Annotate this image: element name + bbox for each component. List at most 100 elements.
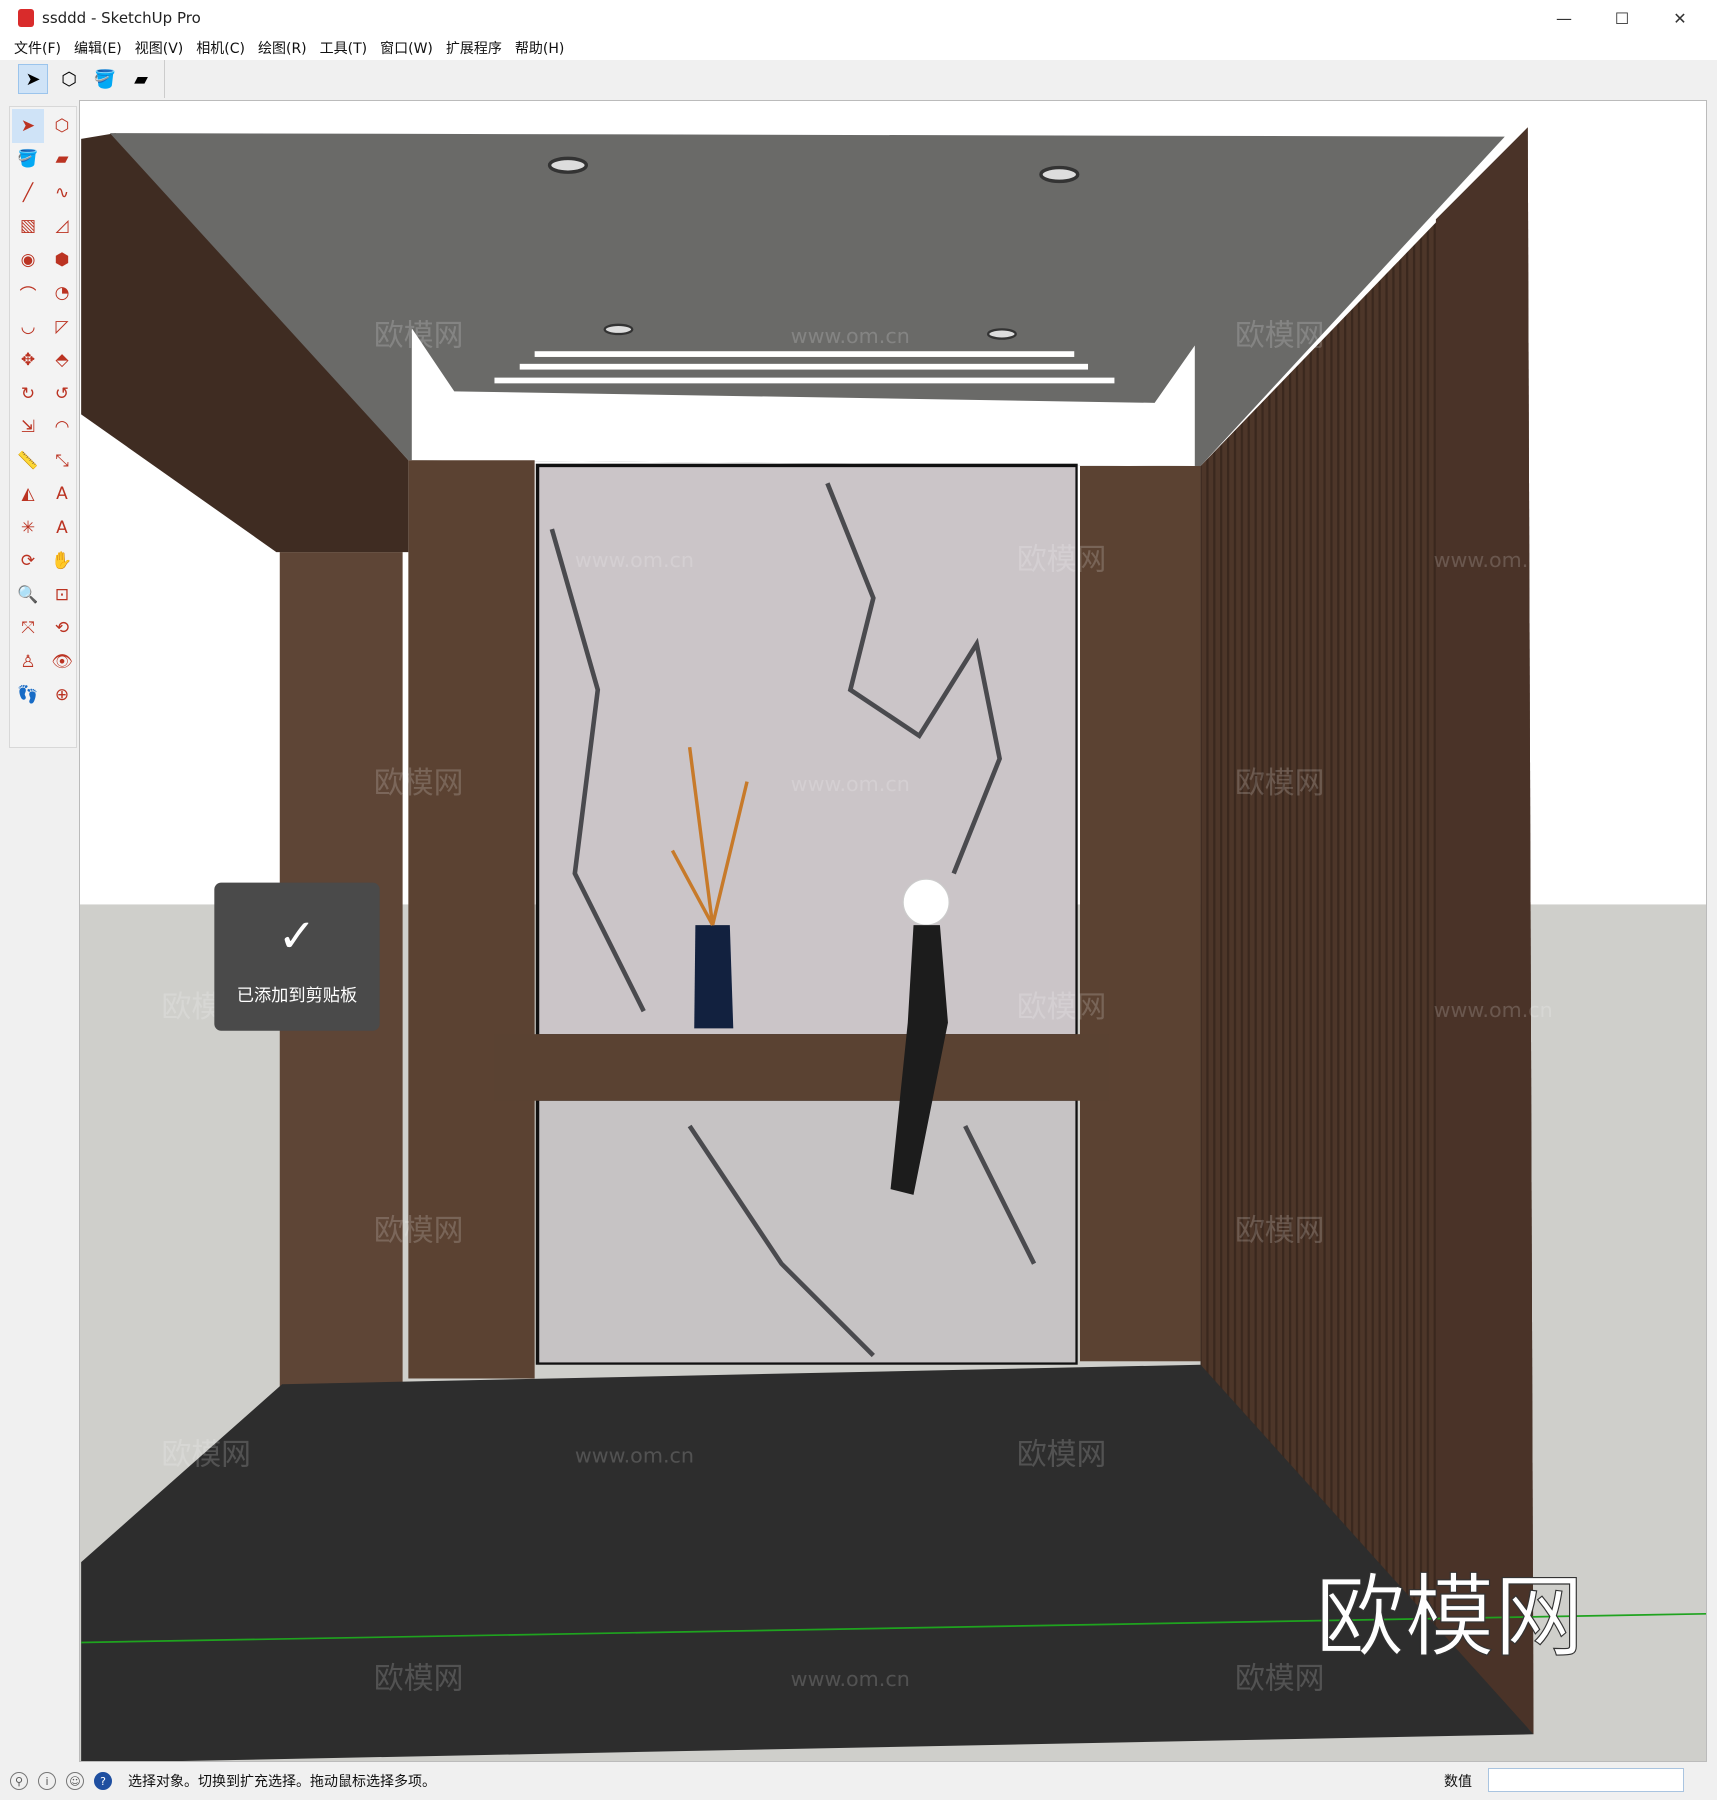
svg-text:www.om.cn: www.om.cn <box>575 1443 694 1467</box>
clipboard-toast: ✓ 已添加到剪贴板 <box>214 882 380 1031</box>
menu-item[interactable]: 视图(V) <box>135 38 184 58</box>
menu-item[interactable]: 编辑(E) <box>74 38 122 58</box>
svg-text:欧模网: 欧模网 <box>1235 1214 1324 1249</box>
downlight <box>603 323 634 336</box>
svg-text:欧模网: 欧模网 <box>162 542 251 577</box>
measurements-input[interactable] <box>1488 1768 1684 1792</box>
scene: 欧模网 欧模网 欧模网 欧模网 欧模网 欧模网 欧模网 欧模网 欧模网 欧模网 欧模网 欧模… <box>80 101 1706 1761</box>
vase <box>694 925 734 1029</box>
minimize-button[interactable]: — <box>1536 0 1592 36</box>
svg-text:欧模网: 欧模网 <box>1017 1438 1106 1473</box>
svg-text:www.om.cn: www.om.cn <box>791 772 910 796</box>
paint-bucket-icon[interactable]: 🪣 <box>90 64 120 94</box>
section-plane-icon[interactable]: ⊕ <box>46 679 78 713</box>
watermark-logo: 欧模网 <box>1315 1566 1584 1670</box>
right-pillar <box>1079 465 1201 1362</box>
geo-location-icon[interactable]: ⚲ <box>10 1772 28 1790</box>
check-icon: ✓ <box>278 909 316 963</box>
rectangle-icon[interactable]: ▧ <box>12 210 44 244</box>
axes-icon[interactable]: ✳ <box>12 511 44 545</box>
look-around-icon[interactable]: 👁 <box>46 645 78 679</box>
zoom-icon[interactable]: 🔍 <box>12 578 44 612</box>
title-bar: ssddd - SketchUp Pro — ☐ ✕ <box>0 0 1717 36</box>
select-icon[interactable]: ➤ <box>18 64 48 94</box>
pie-icon[interactable]: ◔ <box>46 277 78 311</box>
help-icon[interactable]: ? <box>94 1772 112 1790</box>
text-icon[interactable]: A <box>46 478 78 512</box>
two-point-arc-icon[interactable]: ◸ <box>46 310 78 344</box>
protractor-icon[interactable]: ◭ <box>12 478 44 512</box>
eraser-icon[interactable]: ▰ <box>126 64 156 94</box>
menu-item[interactable]: 窗口(W) <box>380 38 433 58</box>
svg-text:欧模网: 欧模网 <box>162 101 251 130</box>
svg-text:欧模网: 欧模网 <box>1235 318 1324 353</box>
make-component-icon[interactable]: ⬡ <box>54 64 84 94</box>
previous-view-icon[interactable]: ⟲ <box>46 612 78 646</box>
svg-text:欧模网: 欧模网 <box>162 1438 251 1473</box>
make-component-icon[interactable]: ⬡ <box>46 109 78 143</box>
tape-measure-icon[interactable]: 📏 <box>12 444 44 478</box>
3d-text-icon[interactable]: A <box>46 511 78 545</box>
menu-item[interactable]: 扩展程序 <box>446 38 502 58</box>
menu-item[interactable]: 绘图(R) <box>258 38 307 58</box>
menu-item[interactable]: 相机(C) <box>196 38 245 58</box>
credits-icon[interactable]: i <box>38 1772 56 1790</box>
3d-viewport[interactable]: 欧模网 欧模网 欧模网 欧模网 欧模网 欧模网 欧模网 欧模网 欧模网 欧模网 欧模网 欧模… <box>79 100 1707 1762</box>
svg-text:www.om.cn: www.om.cn <box>791 1667 910 1691</box>
svg-text:欧模网: 欧模网 <box>374 1661 463 1696</box>
main-toolbar: ➤ ⬡ 🪣 ▰ <box>14 60 165 98</box>
freehand-icon[interactable]: ∿ <box>46 176 78 210</box>
menu-item[interactable]: 文件(F) <box>14 38 61 58</box>
rotated-rectangle-icon[interactable]: ◿ <box>46 210 78 244</box>
status-bar: ⚲ i ☺ ? 选择对象。切换到扩充选择。拖动鼠标选择多项。 数值 <box>0 1762 1717 1800</box>
svg-text:www.om.cn: www.om.cn <box>1434 998 1553 1022</box>
pan-icon[interactable]: ✋ <box>46 545 78 579</box>
svg-text:www.om.cn: www.om.cn <box>575 101 694 124</box>
svg-text:www.om.cn: www.om.cn <box>791 324 910 348</box>
downlight <box>986 328 1017 340</box>
line-icon[interactable]: ╱ <box>12 176 44 210</box>
orbit-icon[interactable]: ⟳ <box>12 545 44 579</box>
circle-icon[interactable]: ◉ <box>12 243 44 277</box>
svg-text:欧模网: 欧模网 <box>1017 990 1106 1025</box>
figurine-head <box>902 878 950 926</box>
downlight <box>1039 165 1080 184</box>
sketchup-logo-icon <box>18 9 34 27</box>
three-point-arc-icon[interactable]: ◡ <box>12 310 44 344</box>
push-pull-icon[interactable]: ⬘ <box>46 344 78 378</box>
large-tool-set: ➤ ⬡ 🪣 ▰ ╱ ∿ ▧ ◿ ◉ ⬢ ⌒ ◔ ◡ ◸ ✥ ⬘ ↻ ↺ ⇲ ◠ 📏 ⤡ ◭ A ✳ A ⟳ ✋ 🔍 ⊡ ⤧ ⟲ ♙ 👁 👣 ⊕ <box>9 106 77 748</box>
svg-text:欧模网: 欧模网 <box>374 766 463 801</box>
user-icon[interactable]: ☺ <box>66 1772 84 1790</box>
zoom-window-icon[interactable]: ⊡ <box>46 578 78 612</box>
menu-bar: 文件(F) 编辑(E) 视图(V) 相机(C) 绘图(R) 工具(T) 窗口(W) 扩展程序帮… <box>0 36 1717 60</box>
follow-me-icon[interactable]: ↺ <box>46 377 78 411</box>
offset-icon[interactable]: ◠ <box>46 411 78 445</box>
select-icon[interactable]: ➤ <box>12 109 44 143</box>
move-icon[interactable]: ✥ <box>12 344 44 378</box>
svg-text:www.om.cn: www.om.cn <box>1434 548 1553 572</box>
close-button[interactable]: ✕ <box>1652 0 1708 36</box>
measurements-label: 数值 <box>1444 1774 1472 1790</box>
rotate-icon[interactable]: ↻ <box>12 377 44 411</box>
svg-text:www.om.cn: www.om.cn <box>575 548 694 572</box>
dimension-icon[interactable]: ⤡ <box>46 444 78 478</box>
polygon-icon[interactable]: ⬢ <box>46 243 78 277</box>
walk-icon[interactable]: 👣 <box>12 679 44 713</box>
svg-text:欧模网: 欧模网 <box>1235 1661 1324 1696</box>
scale-icon[interactable]: ⇲ <box>12 411 44 445</box>
zoom-extents-icon[interactable]: ⤧ <box>12 612 44 646</box>
svg-text:欧模网: 欧模网 <box>1235 766 1324 801</box>
svg-text:欧模网: 欧模网 <box>374 1214 463 1249</box>
svg-text:欧模网: 欧模网 <box>1017 542 1106 577</box>
position-camera-icon[interactable]: ♙ <box>12 645 44 679</box>
arc-icon[interactable]: ⌒ <box>12 277 44 311</box>
shelf <box>494 1034 1109 1101</box>
marble-panel-lower <box>539 1100 1076 1363</box>
toast-text: 已添加到剪贴板 <box>237 986 357 1006</box>
maximize-button[interactable]: ☐ <box>1594 0 1650 36</box>
eraser-icon[interactable]: ▰ <box>46 143 78 177</box>
menu-item[interactable]: 工具(T) <box>320 38 367 58</box>
paint-bucket-icon[interactable]: 🪣 <box>12 143 44 177</box>
svg-text:欧模网: 欧模网 <box>1017 101 1106 130</box>
menu-item[interactable]: 帮助(H) <box>515 38 564 58</box>
